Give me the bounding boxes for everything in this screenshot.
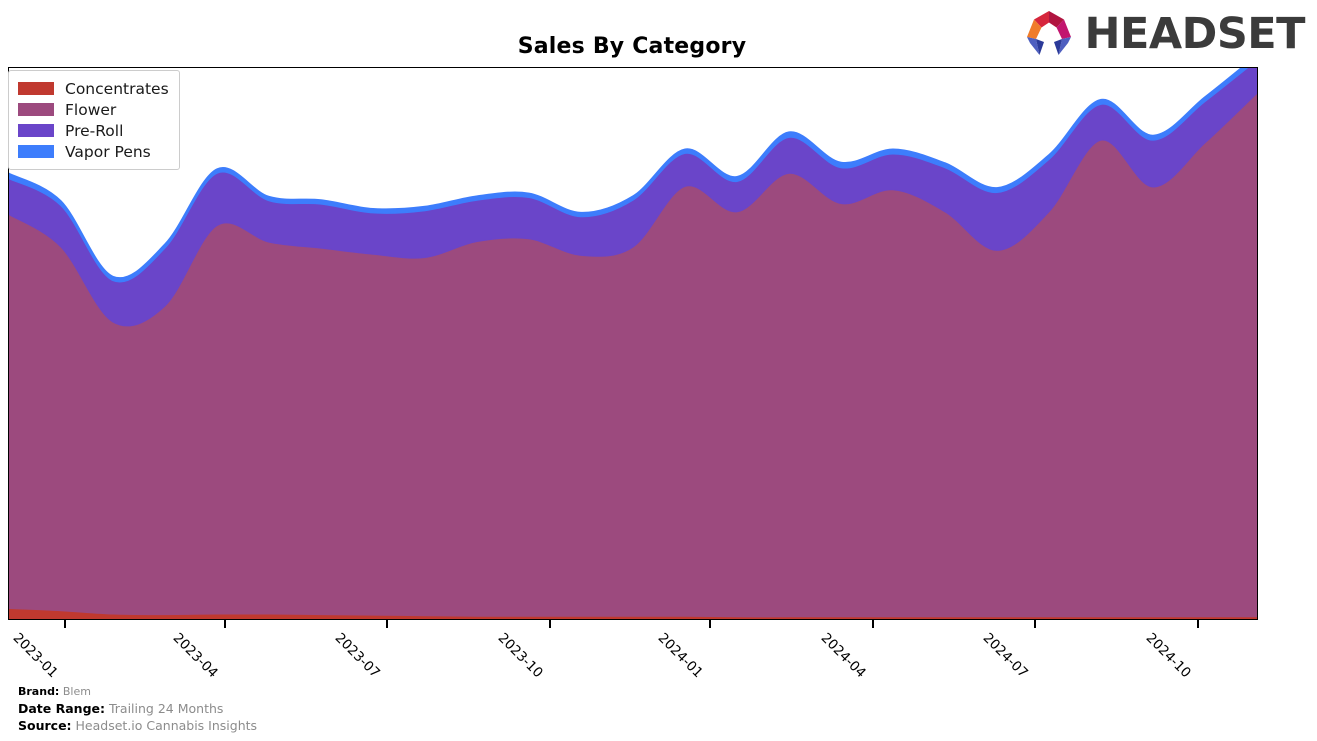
chart-legend: Concentrates Flower Pre-Roll Vapor Pens bbox=[8, 70, 180, 170]
footer-brand-value: Blem bbox=[62, 685, 91, 698]
legend-item[interactable]: Concentrates bbox=[18, 78, 169, 99]
footer-brand: Brand: Blem bbox=[18, 684, 257, 700]
headset-logo-text: HEADSET bbox=[1084, 8, 1305, 59]
footer-source: Source: Headset.io Cannabis Insights bbox=[18, 717, 257, 735]
legend-swatch-icon bbox=[18, 103, 54, 116]
headset-logo: HEADSET bbox=[1022, 10, 1305, 58]
footer-brand-key: Brand: bbox=[18, 685, 60, 698]
x-axis-tick-label: 2024-07 bbox=[979, 630, 1031, 682]
x-axis-tick bbox=[872, 620, 874, 628]
legend-item[interactable]: Vapor Pens bbox=[18, 141, 169, 162]
footer-date-range-key: Date Range: bbox=[18, 700, 105, 716]
x-axis-tick bbox=[1034, 620, 1036, 628]
footer-date-range: Date Range: Trailing 24 Months bbox=[18, 700, 257, 718]
x-axis-tick-label: 2023-07 bbox=[331, 630, 383, 682]
x-axis-tick bbox=[1197, 620, 1199, 628]
legend-item-label: Flower bbox=[65, 100, 117, 119]
x-axis-tick bbox=[224, 620, 226, 628]
chart-footer: Brand: Blem Date Range: Trailing 24 Mont… bbox=[18, 684, 257, 735]
x-axis-tick bbox=[549, 620, 551, 628]
x-axis-tick-label: 2023-04 bbox=[169, 630, 221, 682]
x-axis-tick bbox=[709, 620, 711, 628]
legend-swatch-icon bbox=[18, 82, 54, 95]
x-axis-tick-label: 2024-10 bbox=[1142, 630, 1194, 682]
legend-item-label: Concentrates bbox=[65, 79, 169, 98]
legend-item-label: Pre-Roll bbox=[65, 121, 124, 140]
x-axis-tick-label: 2023-10 bbox=[494, 630, 546, 682]
chart-page: Sales By Category HEADSET Concentrates Fl… bbox=[0, 0, 1317, 741]
footer-date-range-value: Trailing 24 Months bbox=[108, 700, 224, 716]
footer-source-value: Headset.io Cannabis Insights bbox=[75, 718, 258, 734]
stacked-area-chart bbox=[9, 68, 1257, 619]
x-axis-tick-label: 2024-04 bbox=[817, 630, 869, 682]
legend-item[interactable]: Flower bbox=[18, 99, 169, 120]
x-axis-tick-label: 2023-01 bbox=[9, 630, 61, 682]
legend-swatch-icon bbox=[18, 145, 54, 158]
legend-swatch-icon bbox=[18, 124, 54, 137]
x-axis-tick bbox=[386, 620, 388, 628]
headset-logo-icon bbox=[1027, 11, 1072, 55]
legend-item-label: Vapor Pens bbox=[65, 142, 151, 161]
x-axis-tick-label: 2024-01 bbox=[654, 630, 706, 682]
x-axis-tick bbox=[64, 620, 66, 628]
legend-item[interactable]: Pre-Roll bbox=[18, 120, 169, 141]
chart-plot-area bbox=[8, 67, 1258, 620]
footer-source-key: Source: bbox=[18, 718, 72, 734]
